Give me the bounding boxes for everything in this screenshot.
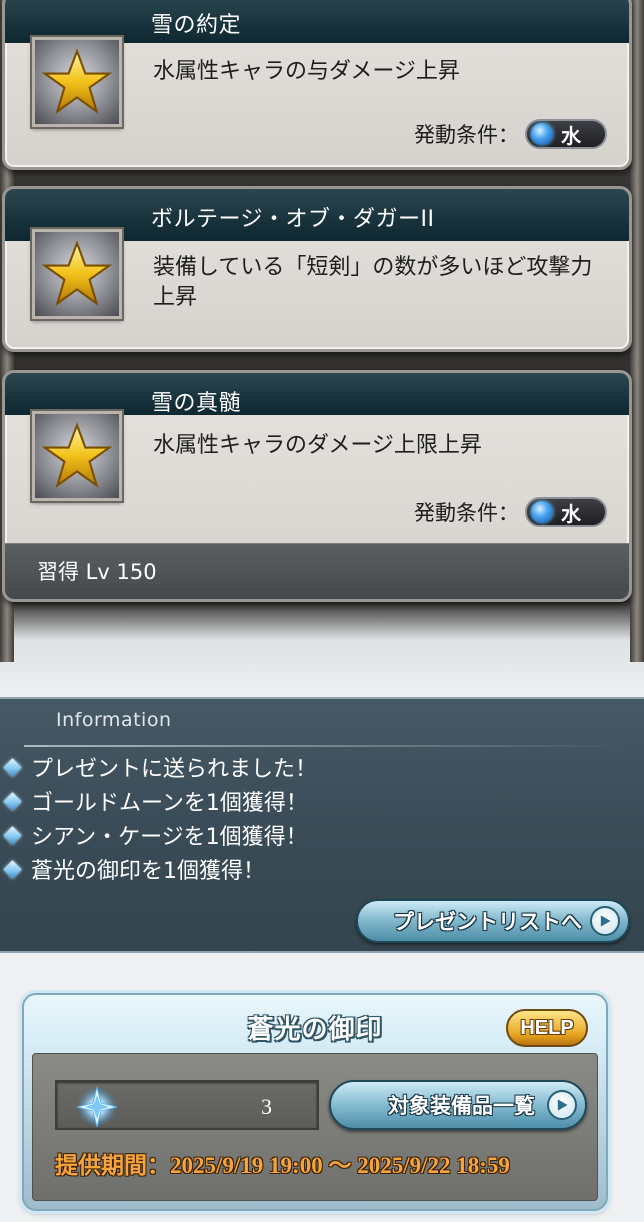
information-title: Information [56, 709, 172, 731]
element-label: 水 [561, 501, 581, 526]
seal-quantity-box: 3 [55, 1080, 319, 1130]
learn-level-bar: 習得 Lv 150 [5, 543, 629, 599]
diamond-bullet-icon [3, 859, 22, 879]
activation-condition: 発動条件： 水 [414, 497, 607, 527]
seal-content: 3 対象装備品一覧 提供期間：2025/9/19 19:00 〜 2025/9/… [32, 1053, 598, 1201]
skill-icon-frame [32, 411, 122, 501]
skill-icon-frame [32, 229, 122, 319]
skill-name: 雪の約定 [151, 13, 242, 38]
diamond-bullet-icon [3, 757, 22, 777]
element-badge: 水 [525, 497, 607, 527]
information-list: プレゼントに送られました！ ゴールドムーンを1個獲得！ シアン・ケージを1個獲得… [3, 750, 318, 886]
learn-level-text: 習得 Lv 150 [37, 560, 157, 584]
information-item-text: ゴールドムーンを1個獲得！ [31, 791, 308, 816]
information-item-text: 蒼光の御印を1個獲得！ [31, 859, 265, 884]
diamond-bullet-icon [3, 791, 22, 811]
gold-star-icon [42, 48, 112, 115]
diamond-bullet-icon [3, 825, 22, 845]
skill-icon-frame [32, 37, 122, 127]
availability-period: 提供期間：2025/9/19 19:00 〜 2025/9/22 18:59 [55, 1153, 510, 1178]
help-button[interactable]: HELP [506, 1009, 588, 1047]
information-panel: Information プレゼントに送られました！ ゴールドムーンを1個獲得！ … [0, 697, 644, 953]
information-item: プレゼントに送られました！ [3, 750, 318, 784]
right-frame-pillar [630, 0, 644, 662]
skill-description: 水属性キャラのダメージ上限上昇 [153, 433, 482, 458]
element-badge: 水 [525, 119, 607, 149]
skill-description: 装備している「短剣」の数が多いほど攻撃力上昇 [153, 255, 593, 310]
skill-header [5, 373, 629, 415]
water-orb-icon [531, 501, 553, 523]
skill-name: 雪の真髄 [151, 391, 242, 416]
skill-card: 雪の真髄 水属性キャラのダメージ上限上昇 発動条件： 水 習得 Lv 150 [2, 370, 632, 602]
arrow-right-icon [547, 1090, 577, 1120]
present-list-button[interactable]: プレゼントリストへ [356, 899, 630, 943]
information-divider [24, 745, 624, 747]
skill-name: ボルテージ・オブ・ダガーII [151, 207, 435, 232]
information-item: 蒼光の御印を1個獲得！ [3, 852, 317, 886]
seal-panel: 蒼光の御印 HELP 3 対象装備品一覧 提供期間：2025/9/19 19:0… [22, 993, 608, 1211]
target-equipment-label: 対象装備品一覧 [388, 1094, 535, 1118]
help-label: HELP [520, 1016, 574, 1039]
water-orb-icon [531, 123, 553, 145]
information-item-text: プレゼントに送られました！ [31, 757, 318, 782]
gold-star-icon [42, 240, 112, 307]
seal-quantity: 3 [261, 1094, 272, 1119]
information-item: シアン・ケージを1個獲得！ [3, 818, 317, 852]
information-item-text: シアン・ケージを1個獲得！ [31, 825, 308, 850]
element-label: 水 [561, 123, 581, 148]
condition-label: 発動条件： [414, 501, 519, 525]
condition-label: 発動条件： [414, 123, 519, 147]
skill-description: 水属性キャラの与ダメージ上昇 [153, 59, 460, 84]
arrow-right-icon [590, 906, 620, 936]
skill-card: ボルテージ・オブ・ダガーII 装備している「短剣」の数が多いほど攻撃力上昇 [2, 186, 632, 352]
activation-condition: 発動条件： 水 [414, 119, 607, 149]
skill-card: 雪の約定 水属性キャラの与ダメージ上昇 発動条件： 水 [2, 0, 632, 170]
target-equipment-button[interactable]: 対象装備品一覧 [329, 1080, 587, 1130]
information-item: ゴールドムーンを1個獲得！ [3, 784, 317, 818]
present-list-label: プレゼントリストへ [393, 910, 582, 934]
gold-star-icon [42, 422, 112, 489]
blue-crystal-icon [76, 1086, 118, 1128]
